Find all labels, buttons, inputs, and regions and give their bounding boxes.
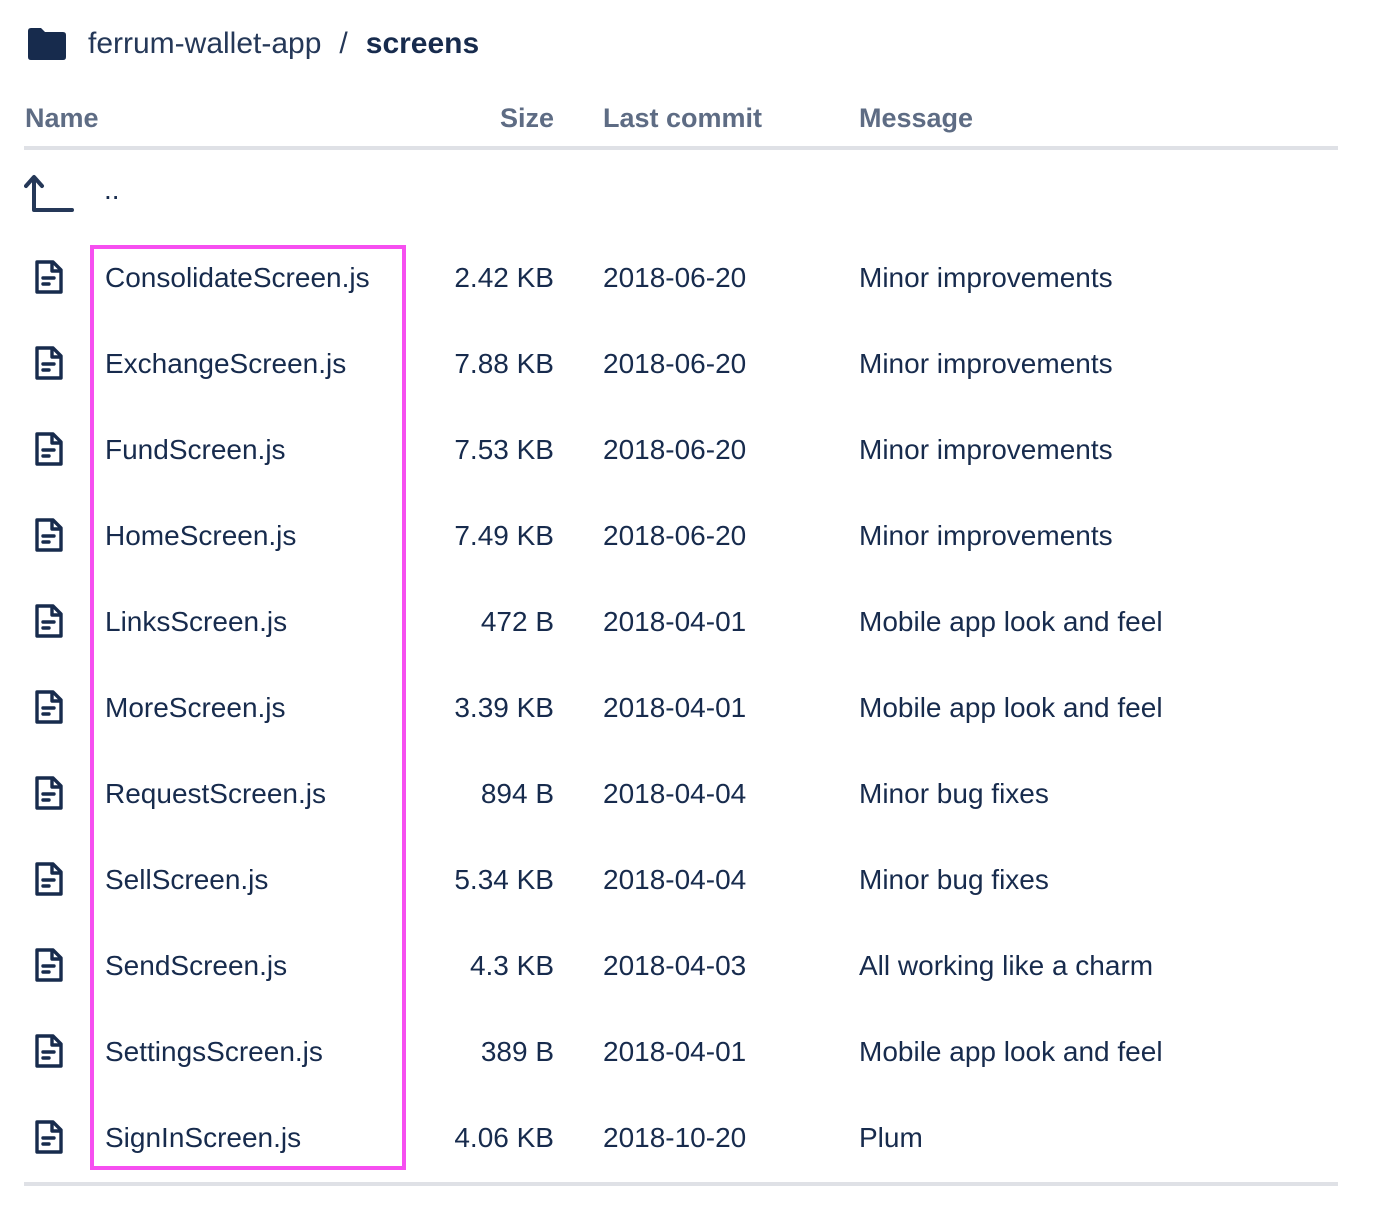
file-document-icon — [35, 948, 63, 982]
file-row[interactable]: SendScreen.js 4.3 KB 2018-04-03 All work… — [24, 924, 1338, 1010]
file-document-icon — [35, 432, 63, 466]
last-commit-date: 2018-06-20 — [603, 348, 747, 379]
file-name-link[interactable]: ConsolidateScreen.js — [105, 260, 370, 296]
file-row[interactable]: ConsolidateScreen.js 2.42 KB 2018-06-20 … — [24, 236, 1338, 322]
file-row[interactable]: HomeScreen.js 7.49 KB 2018-06-20 Minor i… — [24, 494, 1338, 580]
file-name-link[interactable]: SettingsScreen.js — [105, 1034, 323, 1070]
file-name-link[interactable]: MoreScreen.js — [105, 690, 286, 726]
file-row[interactable]: MoreScreen.js 3.39 KB 2018-04-01 Mobile … — [24, 666, 1338, 752]
file-size: 5.34 KB — [454, 864, 554, 895]
last-commit-date: 2018-04-04 — [603, 778, 747, 809]
last-commit-date: 2018-10-20 — [603, 1122, 747, 1153]
file-name-link[interactable]: HomeScreen.js — [105, 518, 296, 554]
file-document-icon — [35, 776, 63, 810]
last-commit-date: 2018-04-01 — [603, 1036, 747, 1067]
header-divider — [24, 146, 1338, 150]
file-name-link[interactable]: RequestScreen.js — [105, 776, 326, 812]
file-name-link[interactable]: ExchangeScreen.js — [105, 346, 346, 382]
commit-message-link[interactable]: Mobile app look and feel — [859, 604, 1163, 640]
file-row[interactable]: ExchangeScreen.js 7.88 KB 2018-06-20 Min… — [24, 322, 1338, 408]
file-row[interactable]: LinksScreen.js 472 B 2018-04-01 Mobile a… — [24, 580, 1338, 666]
last-commit-date: 2018-04-03 — [603, 950, 747, 981]
file-document-icon — [35, 518, 63, 552]
commit-message-link[interactable]: Mobile app look and feel — [859, 690, 1163, 726]
file-size: 3.39 KB — [454, 692, 554, 723]
file-size: 2.42 KB — [454, 262, 554, 293]
file-name-link[interactable]: LinksScreen.js — [105, 604, 287, 640]
commit-message-link[interactable]: Minor improvements — [859, 260, 1113, 296]
parent-directory-row[interactable]: .. — [24, 166, 1338, 222]
file-row[interactable]: SettingsScreen.js 389 B 2018-04-01 Mobil… — [24, 1010, 1338, 1096]
commit-message-link[interactable]: All working like a charm — [859, 948, 1153, 984]
file-size: 4.3 KB — [469, 950, 554, 981]
file-size: 4.06 KB — [454, 1122, 554, 1153]
commit-message-link[interactable]: Minor bug fixes — [859, 862, 1049, 898]
file-name-link[interactable]: SignInScreen.js — [105, 1120, 301, 1156]
file-size: 472 B — [480, 606, 554, 637]
last-commit-date: 2018-04-01 — [603, 606, 747, 637]
file-name-link[interactable]: SellScreen.js — [105, 862, 268, 898]
file-size: 7.53 KB — [454, 434, 554, 465]
column-header-message: Message — [859, 103, 974, 133]
column-header-last-commit: Last commit — [603, 103, 763, 133]
file-row[interactable]: FundScreen.js 7.53 KB 2018-06-20 Minor i… — [24, 408, 1338, 494]
breadcrumb-repo-link[interactable]: ferrum-wallet-app — [88, 27, 321, 61]
last-commit-date: 2018-04-01 — [603, 692, 747, 723]
breadcrumb-current-folder: screens — [365, 27, 480, 60]
table-header: Name Size Last commit Message — [24, 96, 1338, 146]
folder-icon — [28, 28, 66, 60]
file-list: ConsolidateScreen.js 2.42 KB 2018-06-20 … — [24, 236, 1338, 1182]
column-header-size: Size — [499, 103, 554, 133]
arrow-up-left-icon — [24, 175, 74, 212]
file-name-link[interactable]: FundScreen.js — [105, 432, 286, 468]
commit-message-link[interactable]: Minor improvements — [859, 518, 1113, 554]
file-size: 389 B — [480, 1036, 554, 1067]
file-document-icon — [35, 604, 63, 638]
file-size: 7.88 KB — [454, 348, 554, 379]
breadcrumb: ferrum-wallet-app / screens — [26, 22, 479, 66]
commit-message-link[interactable]: Minor improvements — [859, 432, 1113, 468]
table-bottom-divider — [24, 1182, 1338, 1186]
commit-message-link[interactable]: Minor bug fixes — [859, 776, 1049, 812]
breadcrumb-separator: / — [339, 27, 348, 60]
file-size: 894 B — [480, 778, 554, 809]
file-document-icon — [35, 1120, 63, 1154]
file-size: 7.49 KB — [454, 520, 554, 551]
last-commit-date: 2018-06-20 — [603, 434, 747, 465]
last-commit-date: 2018-06-20 — [603, 520, 747, 551]
commit-message-link[interactable]: Mobile app look and feel — [859, 1034, 1163, 1070]
last-commit-date: 2018-06-20 — [603, 262, 747, 293]
file-document-icon — [35, 1034, 63, 1068]
file-document-icon — [35, 260, 63, 294]
last-commit-date: 2018-04-04 — [603, 864, 747, 895]
commit-message-link[interactable]: Minor improvements — [859, 346, 1113, 382]
file-document-icon — [35, 862, 63, 896]
file-document-icon — [35, 346, 63, 380]
parent-directory-link[interactable]: .. — [104, 172, 120, 208]
column-header-name: Name — [25, 103, 99, 133]
file-row[interactable]: RequestScreen.js 894 B 2018-04-04 Minor … — [24, 752, 1338, 838]
file-row[interactable]: SignInScreen.js 4.06 KB 2018-10-20 Plum — [24, 1096, 1338, 1182]
file-row[interactable]: SellScreen.js 5.34 KB 2018-04-04 Minor b… — [24, 838, 1338, 924]
commit-message-link[interactable]: Plum — [859, 1120, 923, 1156]
file-document-icon — [35, 690, 63, 724]
file-name-link[interactable]: SendScreen.js — [105, 948, 287, 984]
